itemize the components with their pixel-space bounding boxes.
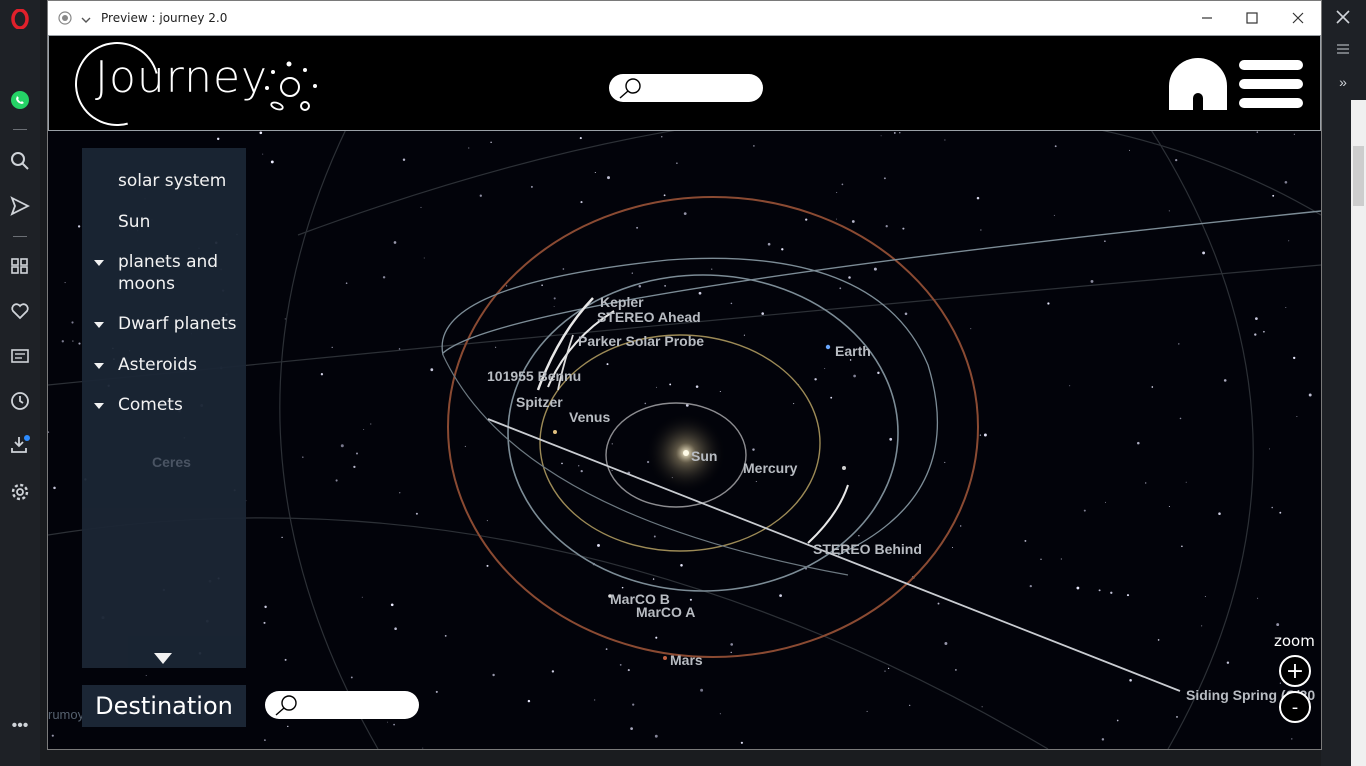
zoom-in-button[interactable]: + bbox=[1279, 655, 1311, 687]
label-parker[interactable]: Parker Solar Probe bbox=[578, 333, 704, 349]
nav-item-label: solar system bbox=[118, 171, 227, 191]
page-scrollbar[interactable] bbox=[1351, 100, 1366, 766]
label-bennu[interactable]: 101955 Bennu bbox=[487, 368, 581, 384]
label-earth[interactable]: Earth bbox=[835, 343, 871, 359]
journey-app: Kepler STEREO Ahead Parker Solar Probe E… bbox=[48, 35, 1321, 749]
zoom-label: zoom bbox=[1274, 632, 1315, 650]
opera-logo-icon[interactable] bbox=[9, 8, 31, 30]
close-window-button[interactable] bbox=[1284, 7, 1312, 29]
scrollbar-thumb[interactable] bbox=[1353, 146, 1364, 206]
history-icon[interactable] bbox=[9, 390, 31, 412]
caret-down-icon bbox=[94, 363, 104, 369]
zoom-out-button[interactable]: - bbox=[1279, 691, 1311, 723]
send-icon[interactable] bbox=[9, 195, 31, 217]
label-kepler[interactable]: Kepler bbox=[600, 294, 644, 310]
hamburger-menu-button[interactable] bbox=[1239, 60, 1303, 108]
downloads-icon[interactable] bbox=[9, 434, 31, 456]
window-titlebar: Preview : journey 2.0 bbox=[48, 1, 1321, 35]
faint-breadcrumb: rumoy bbox=[48, 707, 85, 722]
side-navigation: solar system Sun planets and moons Dwarf… bbox=[82, 148, 246, 668]
record-icon[interactable] bbox=[58, 11, 72, 30]
nav-item-label: planets and moons bbox=[118, 252, 219, 294]
app-header: Journey bbox=[48, 35, 1321, 142]
label-sun[interactable]: Sun bbox=[691, 448, 717, 464]
header-search-input[interactable] bbox=[609, 74, 763, 102]
search-icon bbox=[619, 78, 641, 99]
destination-button[interactable]: Destination bbox=[82, 685, 246, 727]
heart-icon[interactable] bbox=[9, 300, 31, 322]
maximize-button[interactable] bbox=[1238, 7, 1266, 29]
preview-window: Preview : journey 2.0 Kepler STEREO Ahea… bbox=[47, 0, 1322, 750]
search-icon[interactable] bbox=[9, 150, 31, 172]
label-stereo-ahead[interactable]: STEREO Ahead bbox=[597, 309, 701, 325]
nav-item-faded[interactable]: Ceres bbox=[152, 454, 191, 470]
label-venus[interactable]: Venus bbox=[569, 409, 610, 425]
scroll-down-arrow-icon[interactable] bbox=[154, 653, 172, 664]
label-marco-a[interactable]: MarCO A bbox=[636, 604, 695, 620]
browser-sidebar: ••• bbox=[0, 0, 40, 766]
nav-item-label: Sun bbox=[118, 212, 151, 232]
whatsapp-icon[interactable] bbox=[9, 89, 31, 111]
caret-down-icon bbox=[94, 322, 104, 328]
nav-item-planets-and-moons[interactable]: planets and moons bbox=[82, 251, 246, 295]
settings-gear-icon[interactable] bbox=[9, 481, 31, 503]
caret-down-icon bbox=[94, 260, 104, 266]
chevrons-right-icon[interactable]: » bbox=[1331, 70, 1355, 94]
planets-logo-icon bbox=[265, 61, 317, 111]
more-options-icon[interactable]: ••• bbox=[9, 715, 31, 737]
nav-item-label: Comets bbox=[118, 395, 183, 415]
home-button[interactable] bbox=[1169, 58, 1227, 110]
search-icon bbox=[275, 695, 297, 716]
news-icon[interactable] bbox=[9, 345, 31, 367]
speed-dial-icon[interactable] bbox=[9, 255, 31, 277]
nav-item-label: Dwarf planets bbox=[118, 314, 237, 334]
window-title: Preview : journey 2.0 bbox=[101, 11, 228, 25]
caret-down-icon bbox=[94, 403, 104, 409]
label-stereo-behind[interactable]: STEREO Behind bbox=[813, 541, 922, 557]
minimize-button[interactable] bbox=[1193, 7, 1221, 29]
label-mars[interactable]: Mars bbox=[670, 652, 703, 668]
nav-item-label: Asteroids bbox=[118, 355, 197, 375]
label-spitzer[interactable]: Spitzer bbox=[516, 394, 563, 410]
app-logo[interactable]: Journey bbox=[95, 52, 268, 103]
easy-setup-icon[interactable] bbox=[1331, 37, 1355, 61]
close-icon[interactable] bbox=[1331, 5, 1355, 29]
destination-search-input[interactable] bbox=[265, 691, 419, 719]
label-mercury[interactable]: Mercury bbox=[743, 460, 797, 476]
chevron-down-icon[interactable] bbox=[81, 12, 91, 30]
